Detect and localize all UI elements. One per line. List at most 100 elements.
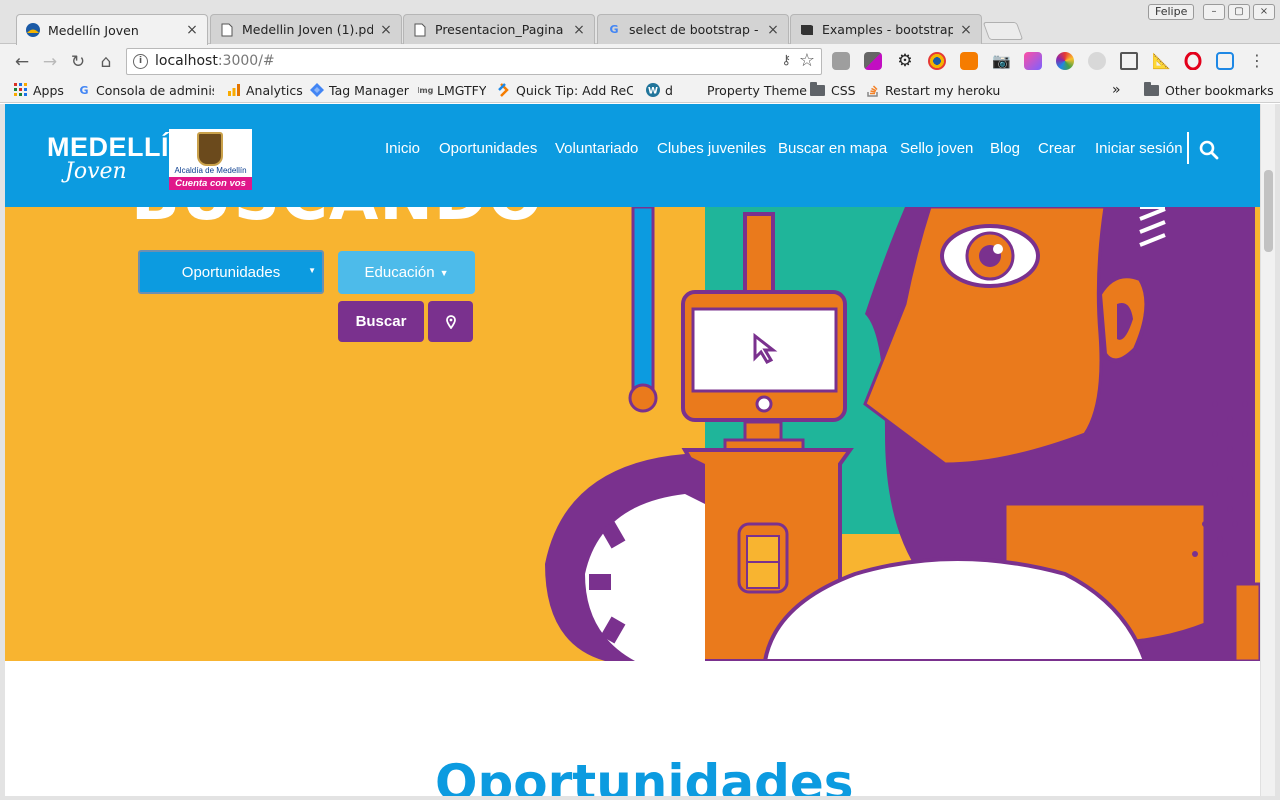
document-icon — [412, 22, 428, 38]
stackoverflow-icon — [866, 83, 880, 97]
bookmark-label: CSS — [831, 82, 856, 98]
extension-chart-icon[interactable] — [960, 52, 978, 70]
quicktip-icon — [497, 83, 511, 97]
tab-label: select de bootstrap - Bu — [629, 22, 760, 37]
bookmarks-overflow-button[interactable]: » — [1112, 81, 1121, 99]
opportunity-type-select[interactable]: Oportunidades ▼ — [138, 250, 324, 294]
map-pin-button[interactable] — [428, 301, 473, 342]
address-bar[interactable]: i localhost:3000/# ⚷ ☆ — [126, 48, 822, 75]
extension-window-icon[interactable] — [1216, 52, 1234, 70]
bookmark-lmgtfy[interactable]: lmg LMGTFY — [418, 81, 486, 99]
site-logo[interactable]: MEDELLÍN Joven — [47, 134, 189, 183]
lmgtfy-icon: lmg — [418, 85, 434, 95]
nav-iniciar-sesion[interactable]: Iniciar sesión — [1095, 140, 1183, 160]
partner-name: Alcaldía de Medellín — [174, 166, 247, 175]
bookmark-apps[interactable]: Apps — [14, 81, 64, 99]
extension-ruler-icon[interactable]: 📐 — [1152, 52, 1171, 70]
nav-blog[interactable]: Blog — [990, 140, 1020, 160]
page-scrollbar[interactable] — [1260, 104, 1275, 796]
tab-close-icon[interactable]: × — [379, 22, 393, 38]
extension-colorwheel-icon[interactable] — [1056, 52, 1074, 70]
google-icon: G — [609, 23, 619, 36]
opera-icon[interactable] — [1184, 51, 1202, 71]
browser-titlebar: Medellín Joven × Medellin Joven (1).pdf … — [0, 0, 1280, 45]
nav-divider — [1187, 132, 1189, 164]
nav-sello-joven[interactable]: Sello joven — [900, 140, 973, 160]
bookmark-quick-tip[interactable]: Quick Tip: Add ReCAF — [497, 81, 633, 99]
address-url[interactable]: localhost:3000/# — [155, 53, 275, 69]
tab-google-search[interactable]: G select de bootstrap - Bu × — [597, 14, 789, 44]
bookmark-consola[interactable]: G Consola de administ — [77, 81, 214, 99]
nav-inicio[interactable]: Inicio — [385, 140, 420, 160]
document-icon — [219, 22, 235, 38]
search-icon[interactable] — [1199, 140, 1219, 160]
bookmark-heroku[interactable]: Restart my heroku ap — [866, 81, 1002, 99]
tab-label: Medellin Joven (1).pdf — [242, 22, 373, 37]
tag-manager-icon — [310, 83, 324, 97]
bookmark-star-icon[interactable]: ☆ — [799, 50, 815, 71]
bookmark-label: Apps — [33, 82, 64, 98]
tab-close-icon[interactable]: × — [959, 22, 973, 38]
bookmark-d[interactable]: W d — [646, 81, 673, 99]
info-icon[interactable]: i — [133, 54, 148, 69]
bookmark-label: Quick Tip: Add ReCAF — [516, 82, 633, 98]
analytics-icon — [227, 83, 241, 97]
bookmark-property-theme[interactable]: Property Theme — [688, 81, 807, 99]
bookmark-label: Consola de administ — [96, 82, 214, 98]
home-icon[interactable]: ⌂ — [95, 51, 117, 73]
extension-puzzle-icon[interactable] — [832, 52, 850, 70]
gear-icon[interactable]: ⚙ — [896, 52, 914, 70]
tab-presentacion[interactable]: Presentacion_Pagina W × — [403, 14, 595, 44]
category-dropdown-button[interactable]: Educación ▼ — [338, 251, 475, 294]
select-value: Oportunidades — [181, 263, 281, 281]
logo-main-text: MEDELLÍN — [47, 132, 189, 162]
reload-icon[interactable]: ↻ — [67, 51, 89, 73]
bookmark-analytics[interactable]: Analytics — [227, 81, 303, 99]
extension-screenshot-icon[interactable] — [1120, 52, 1138, 70]
camera-icon[interactable]: 📷 — [992, 52, 1011, 70]
bookmark-other-bookmarks[interactable]: Other bookmarks — [1144, 81, 1274, 99]
nav-buscar-en-mapa[interactable]: Buscar en mapa — [778, 140, 887, 160]
close-window-button[interactable]: × — [1253, 4, 1275, 20]
wordpress-icon: W — [646, 83, 660, 97]
back-icon[interactable]: ← — [11, 51, 33, 73]
extension-color-icon[interactable] — [928, 52, 946, 70]
extension-disabled-icon[interactable] — [1088, 52, 1106, 70]
bookmark-label: Analytics — [246, 82, 303, 98]
bookmark-label: d — [665, 82, 673, 98]
bookmark-tag-manager[interactable]: Tag Manager — [310, 81, 409, 99]
forward-icon[interactable]: → — [39, 51, 61, 73]
bookmark-folder-css[interactable]: CSS — [810, 81, 856, 99]
extension-eyedropper-icon[interactable] — [864, 52, 882, 70]
menu-icon[interactable]: ⋮ — [1248, 52, 1266, 70]
map-pin-icon — [445, 314, 456, 329]
bookmark-label: Restart my heroku ap — [885, 82, 1002, 98]
new-tab-button[interactable] — [982, 22, 1024, 40]
profile-button[interactable]: Felipe — [1148, 4, 1195, 20]
nav-clubes-juveniles[interactable]: Clubes juveniles — [657, 140, 766, 160]
section-title-oportunidades: Oportunidades — [435, 754, 854, 796]
minimize-button[interactable]: – — [1203, 4, 1225, 20]
nav-oportunidades[interactable]: Oportunidades — [439, 140, 537, 160]
tab-close-icon[interactable]: × — [572, 22, 586, 38]
tab-label: Examples - bootstrap-se — [822, 22, 953, 37]
google-icon: G — [79, 83, 89, 97]
nav-voluntariado[interactable]: Voluntariado — [555, 140, 638, 160]
alcaldia-logo[interactable]: Alcaldía de Medellín Cuenta con vos — [169, 129, 252, 190]
page-viewport: BUSCANDO — [5, 104, 1260, 796]
key-icon[interactable]: ⚷ — [781, 53, 791, 68]
site-favicon — [25, 22, 41, 38]
tab-close-icon[interactable]: × — [766, 22, 780, 38]
tab-close-icon[interactable]: × — [185, 22, 199, 38]
nav-crear[interactable]: Crear — [1038, 140, 1076, 160]
extension-gradient-icon[interactable] — [1024, 52, 1042, 70]
scrollbar-thumb[interactable] — [1264, 170, 1273, 252]
tab-label: Presentacion_Pagina W — [435, 22, 566, 37]
tab-examples[interactable]: Examples - bootstrap-se × — [790, 14, 982, 44]
apps-grid-icon — [14, 83, 28, 97]
maximize-button[interactable]: ▢ — [1228, 4, 1250, 20]
search-button[interactable]: Buscar — [338, 301, 424, 342]
blank-icon — [688, 83, 702, 97]
tab-medellin-joven[interactable]: Medellín Joven × — [16, 14, 208, 45]
tab-pdf[interactable]: Medellin Joven (1).pdf × — [210, 14, 402, 44]
